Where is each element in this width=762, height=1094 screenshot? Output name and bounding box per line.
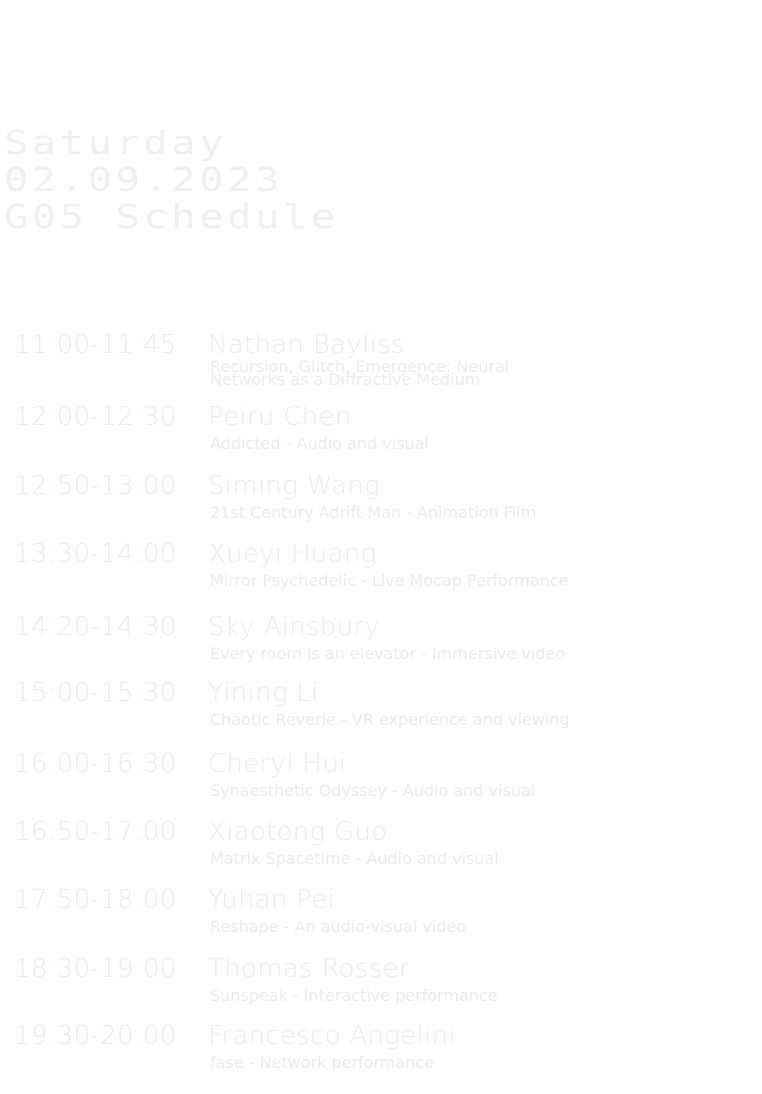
artist-name: Sky Ainsbury <box>208 612 380 642</box>
session-time: 13:30-14:00 <box>14 539 177 569</box>
artist-name: Yining Li <box>208 678 319 708</box>
work-title: Recursion, Glitch, Emergence: Neural Net… <box>210 357 510 389</box>
schedule-row: 12:50-13:00 Siming Wang 21st Century Adr… <box>0 471 762 531</box>
work-title: Mirror Psychedelic - Live Mocap Performa… <box>210 571 569 590</box>
schedule-row: 14:20-14:30 Sky Ainsbury Every room is a… <box>0 612 762 672</box>
artist-name: Thomas Rosser <box>208 954 410 984</box>
artist-name: Cheryl Hui <box>208 749 347 779</box>
schedule-row: 16:50-17:00 Xiaotong Guo Matrix Spacetim… <box>0 817 762 877</box>
day-heading: Saturday <box>4 123 228 162</box>
work-title: Reshape - An audio-visual video <box>210 917 467 936</box>
work-title: Matrix Spacetime - Audio and visual <box>210 849 499 868</box>
artist-name: Francesco Angelini <box>208 1021 456 1051</box>
work-title: fase - Network performance <box>210 1053 434 1072</box>
session-time: 17:50-18:00 <box>14 885 177 915</box>
artist-name: Xueyi Huang <box>208 539 377 569</box>
schedule-row: 16:00-16:30 Cheryl Hui Synaesthetic Odys… <box>0 749 762 809</box>
artist-name: Nathan Bayliss <box>208 330 405 360</box>
schedule-row: 18:30-19:00 Thomas Rosser Sunspeak - Int… <box>0 954 762 1014</box>
artist-name: Yuhan Pei <box>208 885 336 915</box>
session-time: 12:00-12:30 <box>14 402 177 432</box>
session-time: 19:30-20:00 <box>14 1021 177 1051</box>
session-time: 16:00-16:30 <box>14 749 177 779</box>
schedule-row: 12:00-12:30 Peiru Chen Addicted - Audio … <box>0 402 762 462</box>
artist-name: Siming Wang <box>208 471 380 501</box>
session-time: 18:30-19:00 <box>14 954 177 984</box>
schedule-row: 17:50-18:00 Yuhan Pei Reshape - An audio… <box>0 885 762 945</box>
artist-name: Peiru Chen <box>208 402 352 432</box>
page-title: G05 Schedule <box>4 197 339 236</box>
schedule-row: 15:00-15:30 Yining Li Chaotic Reverie - … <box>0 678 762 738</box>
session-time: 14:20-14:30 <box>14 612 177 642</box>
session-time: 12:50-13:00 <box>14 471 177 501</box>
work-title: 21st Century Adrift Man - Animation Film <box>210 503 537 522</box>
artist-name: Xiaotong Guo <box>208 817 388 847</box>
work-title: Every room is an elevator - Immersive vi… <box>210 644 566 663</box>
date-heading: 02.09.2023 <box>4 160 283 199</box>
schedule-row: 11:00-11:45 Nathan Bayliss Recursion, Gl… <box>0 330 762 390</box>
work-title: Synaesthetic Odyssey - Audio and visual <box>210 781 536 800</box>
session-time: 16:50-17:00 <box>14 817 177 847</box>
schedule-row: 13:30-14:00 Xueyi Huang Mirror Psychedel… <box>0 539 762 599</box>
session-time: 15:00-15:30 <box>14 678 177 708</box>
work-title: Chaotic Reverie - VR experience and view… <box>210 710 570 729</box>
schedule-row: 19:30-20:00 Francesco Angelini fase - Ne… <box>0 1021 762 1081</box>
work-title: Sunspeak - Interactive performance <box>210 986 498 1005</box>
schedule-header: Saturday 02.09.2023 G05 Schedule <box>4 124 744 235</box>
session-time: 11:00-11:45 <box>14 330 177 360</box>
work-title: Addicted - Audio and visual <box>210 434 429 453</box>
